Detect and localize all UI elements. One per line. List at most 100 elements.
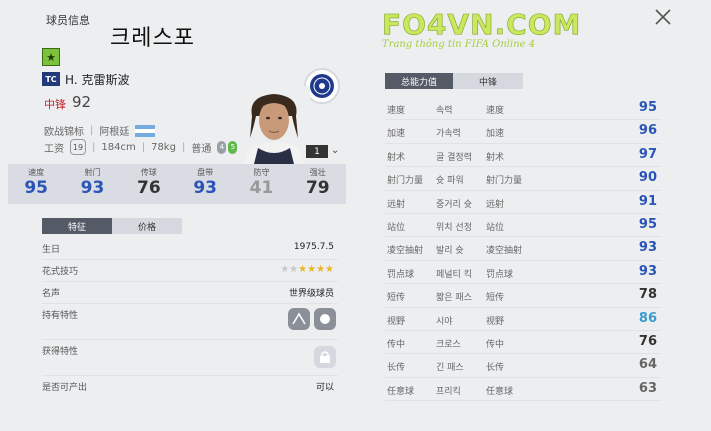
body-type: 普通 xyxy=(191,143,212,155)
tab-position-attributes[interactable]: 中锋 xyxy=(453,73,523,89)
attribute-label: 罚点球 xyxy=(486,269,514,280)
korean-player-name: 크레스포 xyxy=(110,26,195,51)
attribute-value: 96 xyxy=(638,123,657,139)
attribute-label: 短传 xyxy=(387,293,406,304)
attribute-label: 短传 xyxy=(486,293,505,304)
attribute-label: 凌空抽射 xyxy=(486,246,523,257)
table-row: 罚点球 페널티 킥 罚点球 93 xyxy=(385,261,661,285)
stat-label: 传球 xyxy=(140,168,157,177)
attribute-label: 골 결정력 xyxy=(436,152,472,163)
star-icon: ★ xyxy=(280,264,290,275)
attribute-value: 90 xyxy=(638,170,657,186)
stat-value: 76 xyxy=(136,178,161,198)
chevron-down-icon[interactable]: ⌄ xyxy=(331,145,339,156)
attribute-label: 射门力量 xyxy=(387,176,424,187)
list-item: 生日 1975.7.5 xyxy=(42,238,338,260)
traits-label: 持有特性 xyxy=(42,311,79,321)
stat-passing: 传球 76 xyxy=(121,164,177,204)
attribute-value: 97 xyxy=(638,146,657,162)
table-row: 站位 위치 선정 站位 95 xyxy=(385,214,661,238)
table-row: 视野 시야 视野 86 xyxy=(385,308,661,331)
detail-tabs: 特征 价格 xyxy=(42,218,182,234)
trait-finesse-icon[interactable] xyxy=(288,308,310,330)
attribute-value: 63 xyxy=(638,380,657,396)
tab-traits[interactable]: 特征 xyxy=(42,218,112,234)
list-item: 获得特性 xyxy=(42,340,338,376)
list-item: 名声 世界级球员 xyxy=(42,282,338,304)
attribute-label: 站位 xyxy=(486,222,505,233)
page-title: 球员信息 xyxy=(46,14,90,27)
attribute-label: 위치 선정 xyxy=(436,222,472,233)
attribute-label: 速度 xyxy=(387,106,406,116)
list-item: 是否可产出 可以 xyxy=(42,376,338,398)
stat-label: 速度 xyxy=(28,168,45,177)
attribute-label: 가속력 xyxy=(436,129,461,140)
attribute-value: 91 xyxy=(638,193,657,209)
tab-overall-attributes[interactable]: 总能力值 xyxy=(385,73,453,89)
attribute-label: 프리킥 xyxy=(436,386,461,397)
attribute-value: 76 xyxy=(638,333,657,349)
trait-flair-icon[interactable] xyxy=(314,308,336,330)
star-icon: ★ xyxy=(289,264,299,275)
table-row: 短传 짧은 패스 短传 78 xyxy=(385,284,661,308)
attribute-label: 중거리 슛 xyxy=(436,199,472,210)
attribute-label: 슛 파워 xyxy=(436,176,464,187)
nation-label: 欧战锦标 xyxy=(44,127,84,138)
stat-value: 41 xyxy=(249,178,274,198)
table-row: 射门力量 슛 파워 射门力量 90 xyxy=(385,167,661,191)
attribute-label: 페널티 킥 xyxy=(436,269,472,280)
lock-icon xyxy=(314,346,336,368)
stat-shooting: 射门 93 xyxy=(64,164,120,204)
star-icon: ★ xyxy=(316,264,326,275)
stat-defending: 防守 41 xyxy=(233,164,289,204)
attribute-value: 78 xyxy=(638,287,657,303)
watermark-logo: FO4VN.COM xyxy=(382,8,582,42)
attribute-label: 속력 xyxy=(436,106,453,116)
star-icon: ★ xyxy=(42,48,60,66)
attribute-label: 罚点球 xyxy=(387,269,415,280)
attribute-label: 远射 xyxy=(486,199,505,210)
attribute-value: 86 xyxy=(638,310,657,326)
sellable-label: 是否可产出 xyxy=(42,383,88,393)
stat-value: 95 xyxy=(24,178,48,198)
attribute-value: 64 xyxy=(638,357,657,373)
star-icon: ★ xyxy=(325,264,334,275)
season-badge: TC xyxy=(42,72,60,86)
attribute-list: 速度 속력 速度 95 加速 가속력 加速 96 射术 골 결정력 射术 97 射门力量 슛 파워 射门力量… xyxy=(385,97,661,402)
attribute-label: 加速 xyxy=(486,129,505,140)
attribute-label: 발리 슛 xyxy=(436,246,464,257)
attribute-value: 95 xyxy=(638,216,657,232)
height-value: 184cm xyxy=(101,141,136,153)
position-label: 中锋 xyxy=(44,98,66,111)
sellable-value: 可以 xyxy=(315,383,334,393)
attribute-label: 长传 xyxy=(387,363,406,374)
attribute-tabs: 总能力值 中锋 xyxy=(385,73,523,89)
table-row: 加速 가속력 加速 96 xyxy=(385,120,661,144)
tab-price[interactable]: 价格 xyxy=(112,218,182,234)
attribute-label: 长传 xyxy=(486,363,505,374)
attribute-label: 크로스 xyxy=(436,339,461,350)
table-row: 射术 골 결정력 射术 97 xyxy=(385,144,661,168)
attribute-label: 任意球 xyxy=(486,386,514,397)
overall-rating: 92 xyxy=(72,93,92,111)
wage-badge: 19 xyxy=(70,139,86,155)
birth-value: 1975.7.5 xyxy=(293,242,334,252)
star-icon: ★ xyxy=(307,264,317,275)
fame-label: 名声 xyxy=(42,289,61,299)
close-button[interactable] xyxy=(652,6,674,28)
stat-label: 防守 xyxy=(253,168,270,177)
close-icon xyxy=(655,9,671,25)
stat-label: 盘带 xyxy=(197,168,214,177)
attribute-label: 远射 xyxy=(387,199,406,210)
nation-row: 欧战锦标 | 阿根廷 xyxy=(44,123,156,138)
fame-value: 世界级球员 xyxy=(288,289,334,299)
attribute-label: 速度 xyxy=(486,106,505,116)
birth-label: 生日 xyxy=(42,245,61,255)
player-name: H. 克雷斯波 xyxy=(65,73,130,87)
skill-moves-value: 5 xyxy=(228,140,238,154)
table-row: 任意球 프리킥 任意球 63 xyxy=(385,378,661,402)
weight-value: 78kg xyxy=(151,141,176,153)
level-selector[interactable]: 1 xyxy=(306,145,328,158)
stat-physical: 强壮 79 xyxy=(290,164,346,204)
attribute-label: 射门力量 xyxy=(486,176,523,187)
